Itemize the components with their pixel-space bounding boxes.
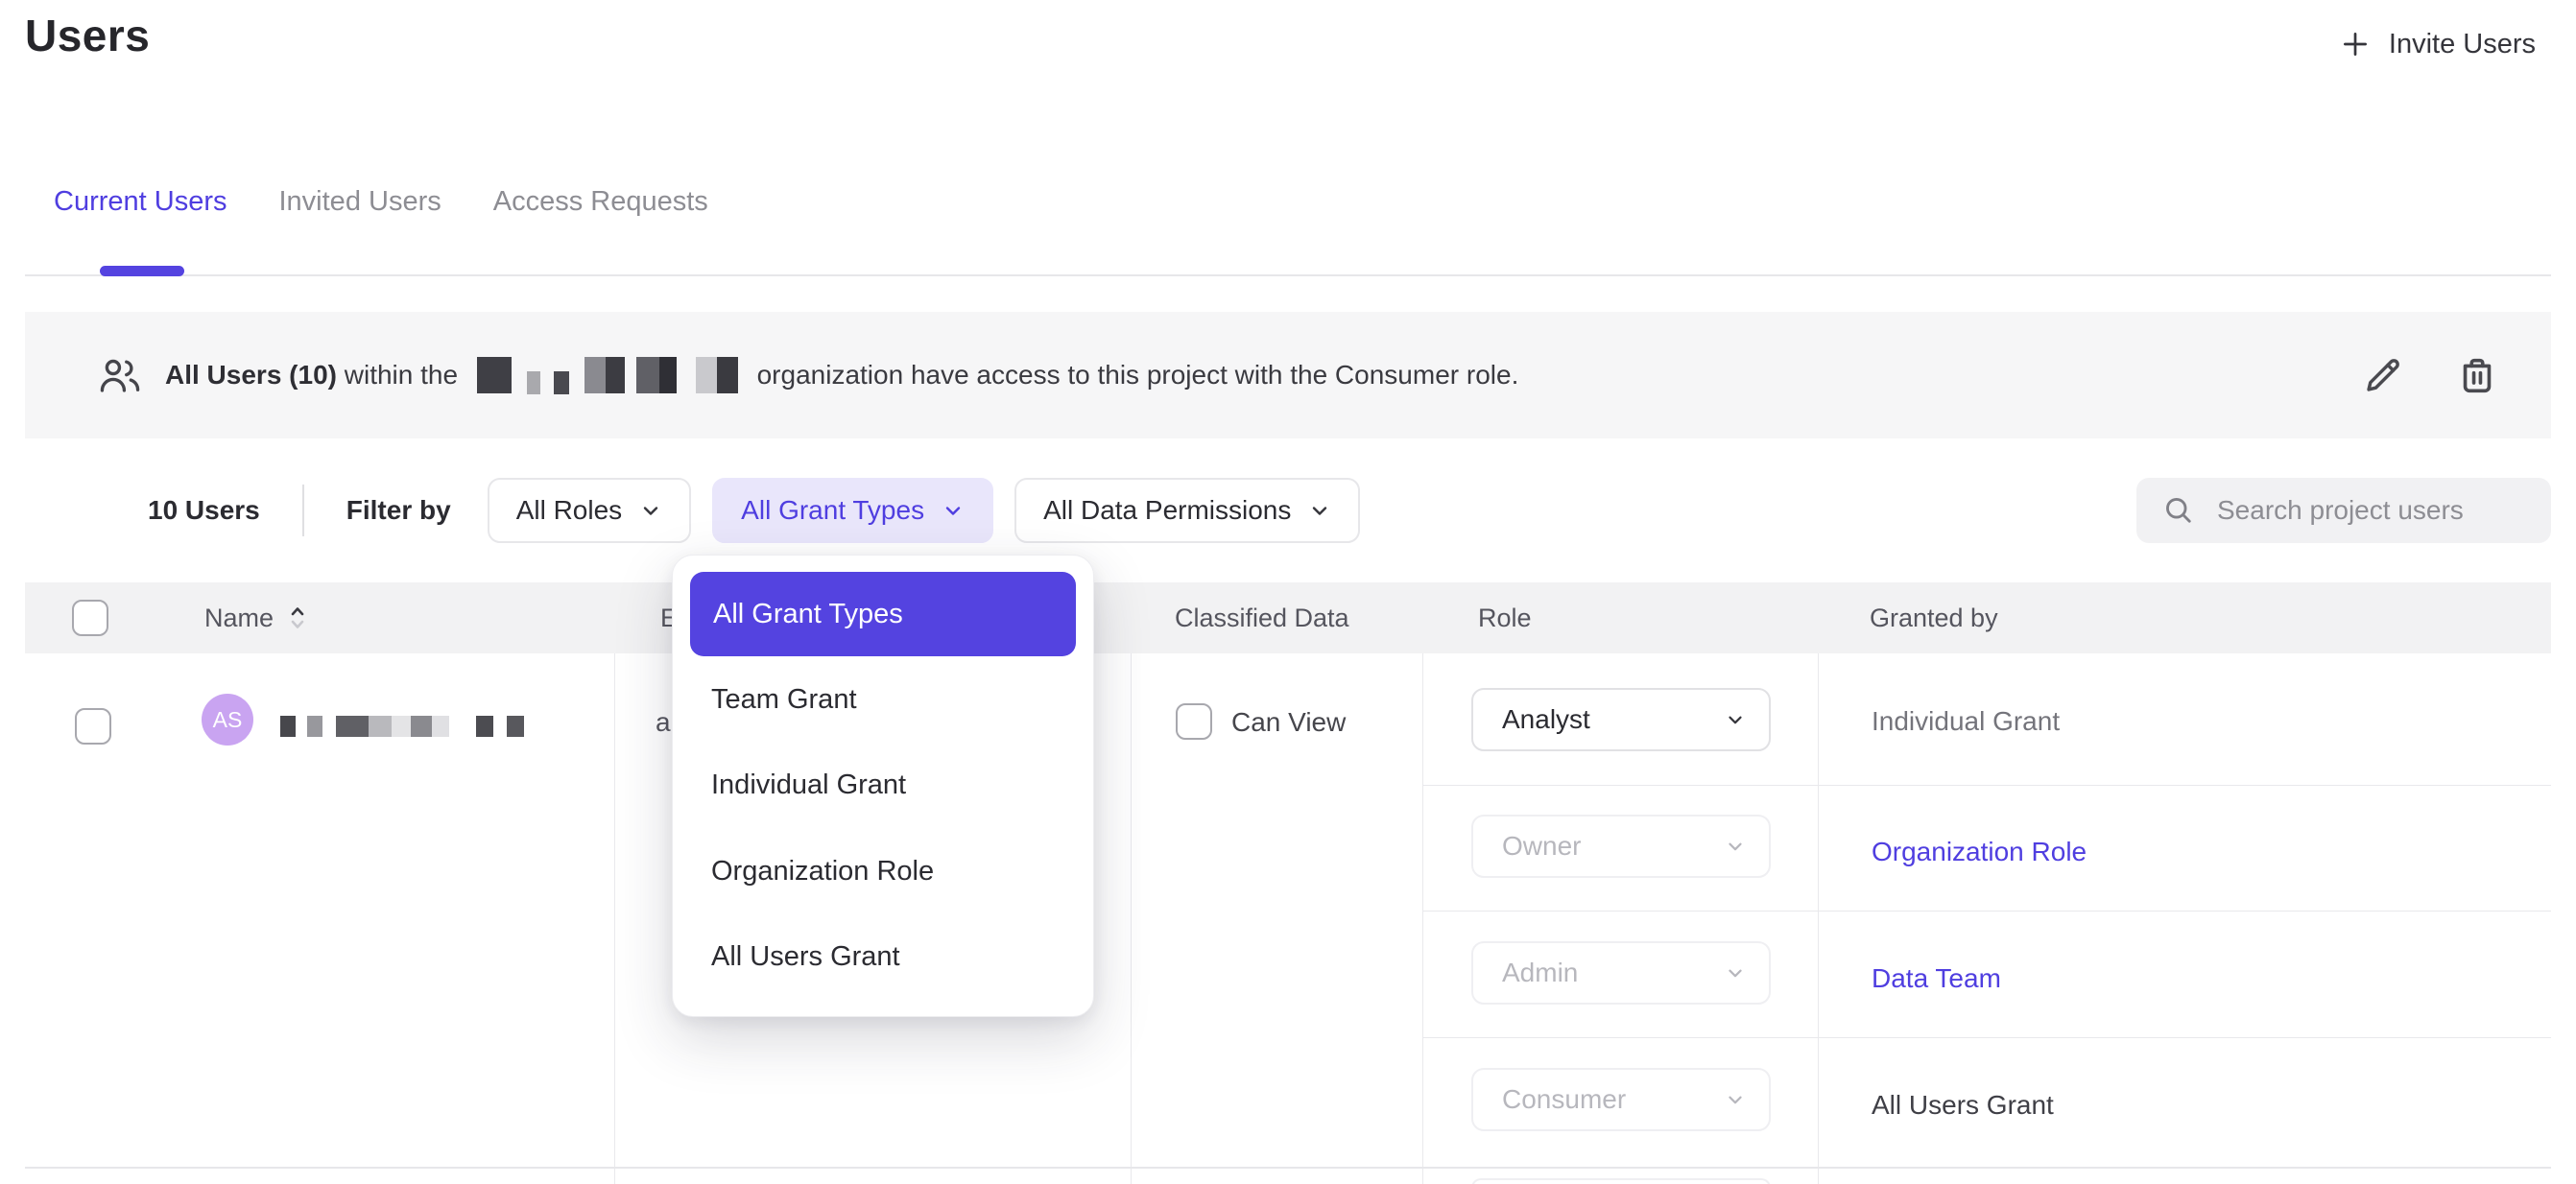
delete-banner-button[interactable]: [2455, 353, 2499, 397]
filter-all-grant-types-label: All Grant Types: [741, 495, 924, 526]
role-select-admin-value: Admin: [1502, 958, 1578, 988]
can-view-checkbox[interactable]: [1176, 703, 1212, 740]
granted-by-all-users-grant: All Users Grant: [1872, 1091, 2054, 1120]
sort-icon: [287, 601, 308, 635]
search-input[interactable]: [2215, 494, 2526, 527]
active-tab-indicator: [100, 266, 184, 276]
invite-users-label: Invite Users: [2389, 29, 2536, 60]
invite-users-button[interactable]: Invite Users: [2333, 27, 2541, 61]
tab-invited-users[interactable]: Invited Users: [279, 186, 441, 218]
banner-end-text: organization have access to this project…: [750, 360, 1519, 391]
trash-icon: [2455, 353, 2499, 397]
column-divider: [1131, 653, 1132, 1184]
column-header-name[interactable]: Name: [204, 582, 308, 653]
dropdown-item-team-grant[interactable]: Team Grant: [711, 685, 857, 714]
pencil-icon: [2361, 353, 2405, 397]
select-all-checkbox[interactable]: [72, 600, 108, 636]
search-icon: [2161, 493, 2196, 528]
edit-banner-button[interactable]: [2361, 353, 2405, 397]
chevron-down-icon: [1725, 836, 1746, 857]
redacted-user-name: [280, 716, 524, 737]
row-checkbox[interactable]: [75, 708, 111, 745]
toolbar-divider: [302, 485, 304, 536]
filter-all-grant-types[interactable]: All Grant Types: [712, 478, 993, 543]
user-count: 10 Users: [148, 495, 260, 526]
users-page: Users Invite Users Current Users Invited…: [0, 0, 2576, 1184]
filter-all-data-permissions-label: All Data Permissions: [1043, 495, 1291, 526]
column-divider: [614, 653, 615, 1184]
chevron-down-icon: [1725, 709, 1746, 730]
chevron-down-icon: [1725, 962, 1746, 983]
people-icon: [98, 356, 142, 394]
banner-middle-text: within the: [337, 360, 465, 391]
filter-by-label: Filter by: [346, 495, 451, 526]
filter-all-roles-label: All Roles: [516, 495, 622, 526]
next-row-select-edge: [1471, 1178, 1771, 1184]
subrow-divider: [1422, 1037, 2551, 1038]
tab-bar: Current Users Invited Users Access Reque…: [54, 186, 708, 218]
user-email: a: [656, 708, 671, 737]
role-select-consumer-value: Consumer: [1502, 1084, 1626, 1115]
subrow-divider: [1422, 785, 2551, 786]
column-header-classified-data: Classified Data: [1175, 582, 1349, 653]
dropdown-item-all-grant-types[interactable]: All Grant Types: [690, 572, 1076, 656]
column-header-granted-by: Granted by: [1870, 582, 1998, 653]
dropdown-item-all-users-grant[interactable]: All Users Grant: [711, 942, 900, 971]
all-users-banner: All Users (10) within the organization h…: [25, 312, 2551, 438]
granted-by-data-team-link[interactable]: Data Team: [1872, 964, 2001, 993]
chevron-down-icon: [639, 499, 662, 522]
role-select-consumer: Consumer: [1471, 1068, 1771, 1131]
role-select-owner-value: Owner: [1502, 831, 1581, 862]
banner-text: All Users (10) within the organization h…: [165, 357, 1518, 393]
granted-by-organization-role-link[interactable]: Organization Role: [1872, 838, 2087, 866]
subrow-divider: [1422, 911, 2551, 912]
column-divider: [1422, 653, 1423, 1184]
filter-all-roles[interactable]: All Roles: [488, 478, 691, 543]
tab-access-requests[interactable]: Access Requests: [493, 186, 708, 218]
filter-all-data-permissions[interactable]: All Data Permissions: [1014, 478, 1360, 543]
avatar: AS: [202, 694, 253, 746]
banner-bold-text: All Users (10): [165, 360, 337, 391]
role-select-analyst[interactable]: Analyst: [1471, 688, 1771, 751]
plus-icon: [2339, 28, 2372, 60]
search-box: [2136, 478, 2551, 543]
dropdown-item-organization-role[interactable]: Organization Role: [711, 857, 934, 886]
grant-type-dropdown: All Grant Types Team Grant Individual Gr…: [672, 555, 1094, 1017]
tabs-divider: [25, 274, 2551, 276]
column-header-name-label: Name: [204, 604, 274, 633]
table-toolbar: 10 Users Filter by All Roles All Grant T…: [25, 478, 2551, 543]
table-header-row: Name Email Classified Data Role Granted …: [25, 582, 2551, 653]
granted-by-individual-grant: Individual Grant: [1872, 707, 2060, 736]
role-select-analyst-value: Analyst: [1502, 704, 1590, 735]
row-divider: [25, 1167, 2551, 1169]
column-header-role: Role: [1478, 582, 1532, 653]
dropdown-item-individual-grant[interactable]: Individual Grant: [711, 770, 906, 799]
chevron-down-icon: [1308, 499, 1331, 522]
role-select-admin: Admin: [1471, 941, 1771, 1005]
page-title: Users: [25, 10, 150, 61]
can-view-label: Can View: [1231, 708, 1346, 737]
table-body: AS a Can View Analyst Owner Admin Consum…: [25, 653, 2551, 1184]
role-select-owner: Owner: [1471, 815, 1771, 878]
tab-current-users[interactable]: Current Users: [54, 186, 227, 218]
column-divider: [1818, 653, 1819, 1184]
chevron-down-icon: [942, 499, 965, 522]
redacted-org-name: [477, 357, 738, 393]
chevron-down-icon: [1725, 1089, 1746, 1110]
